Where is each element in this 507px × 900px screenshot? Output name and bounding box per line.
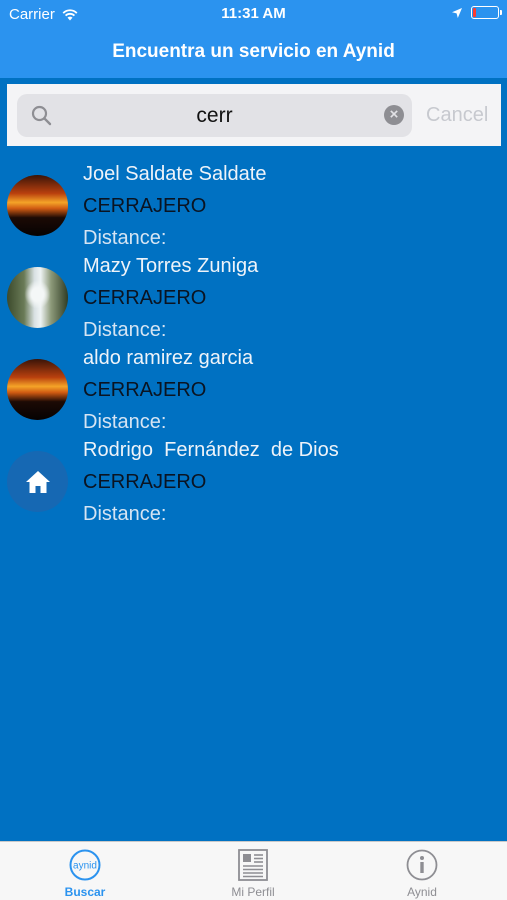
provider-distance: Distance: [83,319,167,341]
aynid-logo-text: aynid [73,861,97,872]
avatar [7,359,68,420]
provider-distance: Distance: [83,503,167,525]
search-input[interactable]: cerr × [17,94,412,137]
provider-category: CERRAJERO [83,287,207,309]
avatar [7,267,68,328]
search-bar: cerr × Cancel [7,84,501,146]
clear-search-icon[interactable]: × [384,105,404,125]
nav-bar: Encuentra un servicio en Aynid [0,30,507,78]
tab-aynid[interactable]: Aynid [362,842,482,900]
search-icon [31,105,52,126]
provider-name: Joel Saldate Saldate [83,163,267,185]
aynid-logo-icon: aynid [69,849,101,881]
tab-label: Buscar [64,885,106,899]
provider-category: CERRAJERO [83,471,207,493]
provider-distance: Distance: [83,227,167,249]
home-icon [25,470,50,493]
profile-document-icon [238,849,268,881]
status-bar: Carrier 11:31 AM [0,0,507,30]
tab-bar: aynid Buscar Mi Perfil Aynid [0,841,507,900]
page-title: Encuentra un servicio en Aynid [112,41,395,62]
provider-name: Rodrigo Fernández de Dios [83,439,339,461]
provider-name: Mazy Torres Zuniga [83,255,259,277]
avatar [7,451,68,512]
status-time: 11:31 AM [221,5,286,22]
provider-category: CERRAJERO [83,195,207,217]
tab-mi-perfil[interactable]: Mi Perfil [193,842,313,900]
results-list: Joel Saldate Saldate CERRAJERO Distance:… [0,158,507,526]
list-item[interactable]: Mazy Torres Zuniga CERRAJERO Distance: [0,250,507,342]
cancel-button[interactable]: Cancel [426,94,488,137]
tab-buscar[interactable]: aynid Buscar [25,842,145,900]
status-right [451,6,502,19]
provider-category: CERRAJERO [83,379,207,401]
battery-icon [471,6,502,19]
info-icon [406,849,438,881]
provider-distance: Distance: [83,411,167,433]
list-item[interactable]: Rodrigo Fernández de Dios CERRAJERO Dist… [0,434,507,526]
location-arrow-icon [452,7,462,18]
battery-level [473,8,477,17]
list-item[interactable]: Joel Saldate Saldate CERRAJERO Distance: [0,158,507,250]
avatar [7,175,68,236]
list-item[interactable]: aldo ramirez garcia CERRAJERO Distance: [0,342,507,434]
tab-label: Mi Perfil [231,885,275,899]
tab-label: Aynid [407,885,437,899]
provider-name: aldo ramirez garcia [83,347,254,369]
search-query: cerr [196,104,233,127]
